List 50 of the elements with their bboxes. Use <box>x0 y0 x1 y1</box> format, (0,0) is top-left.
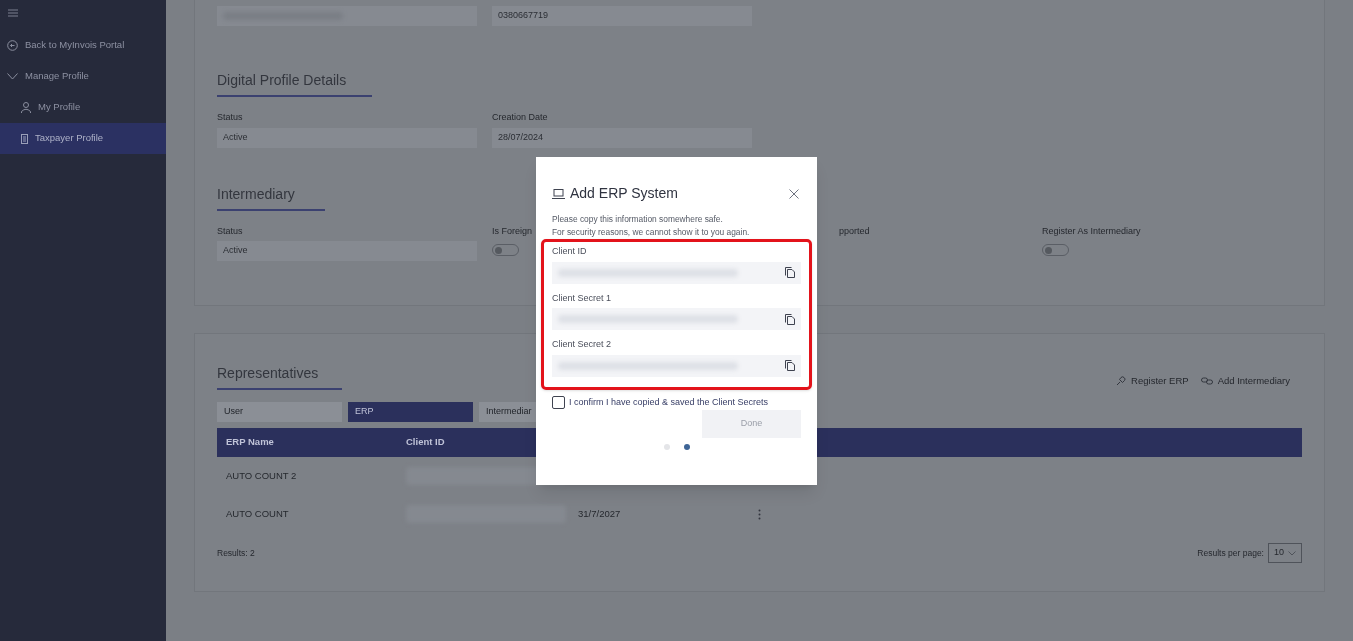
field-label: Client Secret 2 <box>552 338 613 351</box>
tab[interactable]: User <box>217 402 342 422</box>
sidebar-item[interactable]: Back to MyInvois Portal <box>0 30 166 61</box>
column-header: Client ID <box>406 435 446 450</box>
copy-button[interactable] <box>785 313 795 325</box>
back-circle-icon <box>7 40 18 51</box>
results-per-page-label: Results per page: <box>1197 546 1264 560</box>
field-label: Register As Intermediary <box>1042 224 1141 238</box>
sidebar-item[interactable]: Taxpayer Profile <box>0 123 166 154</box>
chevron-down-icon <box>1288 550 1296 556</box>
table-cell-text: AUTO COUNT <box>226 506 290 521</box>
action-link[interactable]: Register ERP <box>1116 373 1189 388</box>
results-count: Results: 2 <box>217 546 255 560</box>
field-label: Status <box>217 224 243 238</box>
close-button[interactable] <box>789 187 801 200</box>
table-cell-text: AUTO COUNT 2 <box>226 468 298 483</box>
field-label: Status <box>217 111 243 124</box>
tab[interactable]: ERP <box>348 402 473 422</box>
dialog-message: Please copy this information somewhere safe. For security reasons, we cannot show it to you again. <box>552 213 751 239</box>
field-label: Client Secret 1 <box>552 291 613 305</box>
sidebar-item[interactable]: Manage Profile <box>0 61 166 92</box>
done-button: Done <box>702 410 801 438</box>
field-label: pported <box>839 224 870 238</box>
section-heading: Representatives <box>217 363 342 390</box>
close-icon <box>789 188 799 199</box>
copy-button[interactable] <box>785 267 795 278</box>
field-label: Client ID <box>552 245 588 258</box>
field-label: Is Foreign <box>492 224 533 238</box>
dialog-title: Add ERP System <box>570 184 678 203</box>
section-heading: Digital Profile Details <box>217 70 372 97</box>
action-link[interactable]: Add Intermediary <box>1200 373 1290 388</box>
table-cell-text: 31/7/2027 <box>578 506 622 521</box>
chevron-down-icon <box>7 73 18 80</box>
person-icon <box>21 102 31 113</box>
page-size-select[interactable]: 10 <box>1268 543 1302 563</box>
building-icon <box>21 133 28 144</box>
laptop-icon <box>552 188 565 199</box>
checkbox[interactable] <box>552 395 565 409</box>
column-header: ERP Name <box>226 435 275 450</box>
field-label: Creation Date <box>492 111 548 124</box>
checkbox-label: I confirm I have copied & saved the Client Secrets <box>569 395 769 409</box>
kebab-menu-icon[interactable] <box>758 508 761 520</box>
plug-icon <box>1116 375 1127 386</box>
copy-icon <box>785 267 795 278</box>
sidebar-item[interactable]: My Profile <box>0 92 166 123</box>
copy-button[interactable] <box>785 360 795 371</box>
link-icon <box>1200 376 1213 385</box>
section-heading: Intermediary <box>217 183 325 211</box>
copy-icon <box>785 313 795 325</box>
copy-icon <box>785 360 795 371</box>
